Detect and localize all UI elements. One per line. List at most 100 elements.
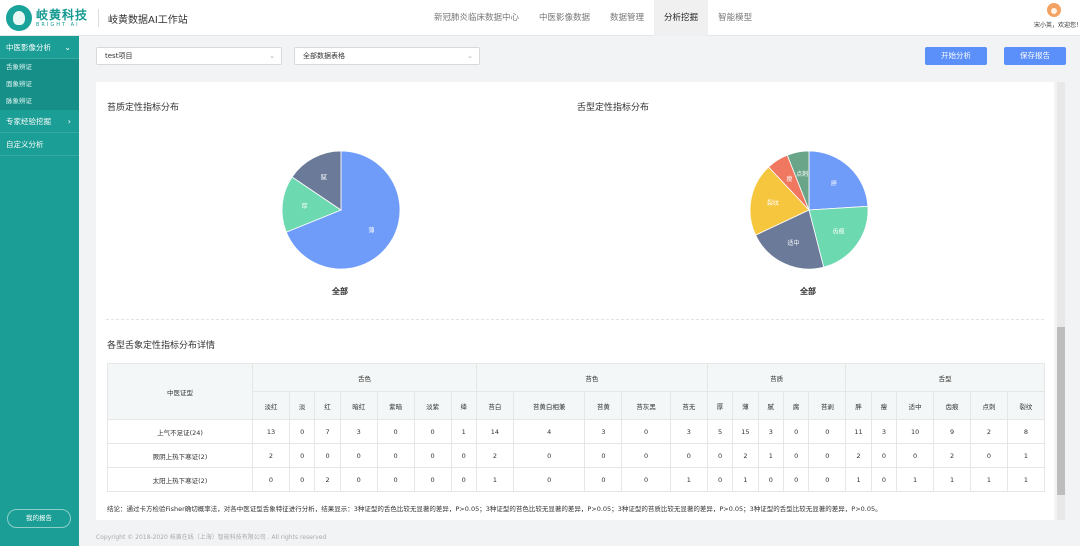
column-header: 紫暗 — [376, 391, 415, 420]
logo-text-en: BRIGHT AI — [36, 21, 80, 28]
table-cell: 0 — [969, 443, 1008, 468]
table-cell: 11 — [845, 419, 872, 444]
column-header: 胖 — [845, 391, 872, 420]
column-header: 淡红 — [252, 391, 290, 420]
column-header: 瘦 — [870, 391, 898, 420]
table-cell: 1 — [669, 467, 708, 492]
table-cell: 0 — [870, 443, 898, 468]
column-header: 暗红 — [339, 391, 378, 420]
column-header: 厚 — [706, 391, 734, 420]
scrollbar-thumb[interactable] — [1057, 327, 1065, 495]
table-cell: 2 — [732, 443, 759, 468]
tongue-shape-slice-0[interactable] — [808, 150, 869, 211]
start-analysis-button[interactable]: 开始分析 — [925, 47, 987, 65]
left-chart-title: 苔质定性指标分布 — [107, 103, 180, 113]
table-cell: 10 — [896, 419, 935, 444]
sidebar-group-label: 专家经验挖掘 — [6, 117, 51, 126]
sidebar-item-tongue[interactable]: 舌象辨证 — [0, 59, 79, 76]
right-chart-caption: 全部 — [800, 287, 816, 296]
table-cell: 0 — [706, 467, 734, 492]
table-cell: 0 — [339, 467, 378, 492]
column-header: 淡紫 — [413, 391, 452, 420]
column-header: 红 — [314, 391, 341, 420]
table-cell: 0 — [808, 443, 847, 468]
column-header: 齿痕 — [933, 391, 971, 420]
table-cell: 0 — [288, 419, 316, 444]
user-menu[interactable]: 宋小英，欢迎您！ — [1034, 3, 1080, 29]
table-row: 上气不足证(24) 13 0 7 3 0 0 1 14 4 3 0 3 5 15 3 0 0 11 3 10 9 2 8 — [107, 419, 1045, 444]
table-cell: 1 — [475, 467, 514, 492]
logo-icon — [6, 5, 32, 31]
project-select-value: test项目 — [105, 52, 133, 60]
app-title: 岐黄数据AI工作站 — [108, 15, 188, 26]
chevron-down-icon: ⌄ — [467, 52, 473, 60]
tongue-shape-pie: 胖齿痕适中 裂纹 瘦点刺 — [749, 150, 869, 270]
sidebar-group-label: 中医影像分析 — [6, 43, 51, 52]
table-cell: 8 — [1006, 419, 1045, 444]
table-cell: 7 — [314, 419, 341, 444]
sidebar-group-expert-mining[interactable]: 专家经验挖掘 › — [0, 110, 79, 133]
table-cell: 4 — [512, 419, 586, 444]
table-cell: 2 — [845, 443, 872, 468]
sidebar: 中医影像分析 ⌄ 舌象辨证 面象辨证 脉象辨证 专家经验挖掘 › 自定义分析 我… — [0, 36, 79, 546]
table-cell: 0 — [339, 443, 378, 468]
tongue-shape-slice-label-4: 瘦 — [786, 175, 792, 183]
tongue-shape-slice-label-3: 裂纹 — [767, 199, 779, 207]
column-header: 苔灰黑 — [621, 391, 671, 420]
chevron-right-icon: › — [67, 117, 71, 126]
nav-analysis-mining[interactable]: 分析挖掘 — [654, 0, 709, 36]
sidebar-group-tcm-imaging[interactable]: 中医影像分析 ⌄ — [0, 36, 79, 59]
nav-data-management[interactable]: 数据管理 — [600, 0, 654, 36]
table-cell: 2 — [933, 443, 971, 468]
table-cell: 0 — [314, 443, 341, 468]
nav-smart-model[interactable]: 智能模型 — [708, 0, 762, 36]
table-cell: 0 — [450, 443, 477, 468]
conclusion-text: 结论：通过卡方检验Fisher确切概率法，对各中医证型舌象特征进行分析，结果显示… — [107, 505, 882, 513]
table-cell: 0 — [584, 467, 623, 492]
column-header: 苔黄 — [584, 391, 623, 420]
column-header: 腻 — [757, 391, 784, 420]
table-cell: 3 — [757, 419, 784, 444]
group-header: 舌色 — [252, 363, 477, 392]
table-cell: 0 — [782, 419, 810, 444]
table-cell: 3 — [584, 419, 623, 444]
table-cell: 0 — [376, 467, 415, 492]
column-header: 适中 — [896, 391, 935, 420]
detail-table: 中医证型 舌色 苔色 苔质 舌型 淡红淡红暗红 紫暗 淡紫绛苔白 苔黄白相兼 苔黄 苔灰黑 苔无厚薄腻… — [107, 363, 1045, 492]
table-cell: 0 — [621, 443, 671, 468]
top-header: 岐黄科技 BRIGHT AI 岐黄数据AI工作站 新冠肺炎临床数据中心 中医影像… — [0, 0, 1080, 36]
my-report-button[interactable]: 我的报告 — [7, 509, 71, 528]
scrollbar[interactable] — [1057, 82, 1065, 520]
project-select[interactable]: test项目 ⌄ — [96, 47, 282, 65]
column-header: 苔剥 — [808, 391, 847, 420]
table-cell: 0 — [376, 419, 415, 444]
table-cell: 2 — [475, 443, 514, 468]
table-cell: 1 — [845, 467, 872, 492]
table-select-value: 全部数据表格 — [303, 52, 345, 60]
table-cell: 1 — [757, 443, 784, 468]
nav-covid-data[interactable]: 新冠肺炎临床数据中心 — [424, 0, 529, 36]
table-cell: 1 — [732, 467, 759, 492]
table-cell: 1 — [896, 467, 935, 492]
table-cell: 14 — [475, 419, 514, 444]
save-report-button[interactable]: 保存报告 — [1004, 47, 1066, 65]
sidebar-group-custom-analysis[interactable]: 自定义分析 — [0, 133, 79, 156]
table-cell: 0 — [757, 467, 784, 492]
tongue-shape-slice-label-1: 齿痕 — [833, 228, 845, 236]
detail-section-title: 各型舌象定性指标分布详情 — [107, 341, 216, 351]
sidebar-item-pulse[interactable]: 脉象辨证 — [0, 93, 79, 110]
group-header: 舌型 — [845, 363, 1045, 392]
column-header: 苔白 — [475, 391, 514, 420]
table-cell: 3 — [870, 419, 898, 444]
sidebar-group-label: 自定义分析 — [6, 140, 44, 149]
main-nav: 新冠肺炎临床数据中心 中医影像数据 数据管理 分析挖掘 智能模型 — [424, 0, 762, 36]
tongue-shape-slice-label-5: 点刺 — [796, 170, 808, 178]
nav-tcm-imaging[interactable]: 中医影像数据 — [529, 0, 600, 36]
table-cell: 3 — [669, 419, 708, 444]
avatar[interactable] — [1047, 3, 1061, 17]
table-cell: 0 — [621, 419, 671, 444]
table-cell: 2 — [314, 467, 341, 492]
sidebar-item-face[interactable]: 面象辨证 — [0, 76, 79, 93]
logo[interactable]: 岐黄科技 BRIGHT AI — [6, 4, 88, 32]
table-select[interactable]: 全部数据表格 ⌄ — [294, 47, 480, 65]
